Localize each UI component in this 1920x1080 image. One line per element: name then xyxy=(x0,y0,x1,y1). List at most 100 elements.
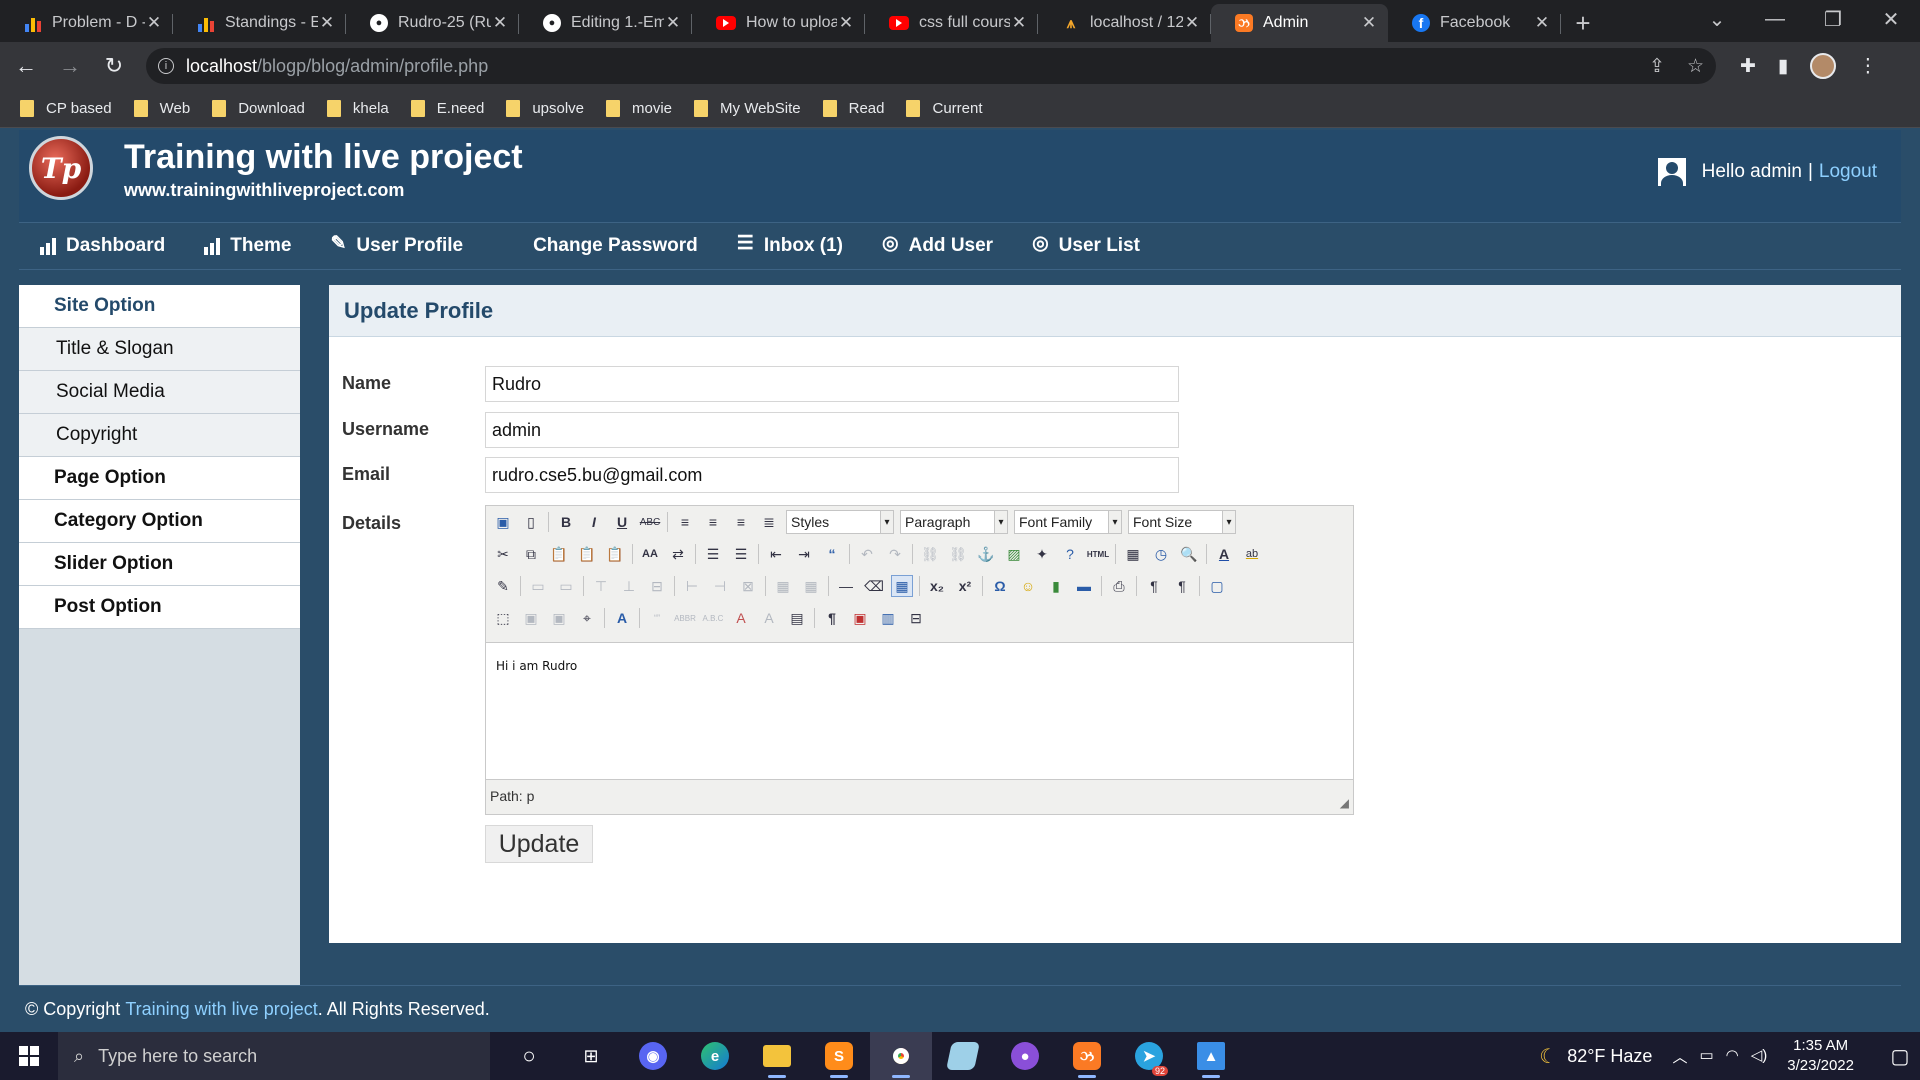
bookmark-folder[interactable]: khela xyxy=(326,100,389,117)
bookmark-folder[interactable]: Web xyxy=(133,100,190,117)
restore-icon[interactable]: ❐ xyxy=(1804,7,1862,32)
insert-time-icon[interactable]: ◷ xyxy=(1150,543,1172,565)
close-tab-icon[interactable]: ✕ xyxy=(1183,13,1201,33)
attribs-icon[interactable]: ▤ xyxy=(786,607,808,629)
row-after-icon[interactable]: ⊥ xyxy=(618,575,640,597)
sidebar-title-slogan[interactable]: Title & Slogan xyxy=(19,328,300,371)
nav-inbox[interactable]: ☰ Inbox (1) xyxy=(737,233,843,257)
nav-change-password[interactable]: Change Password xyxy=(533,235,698,257)
styleprops-icon[interactable]: A xyxy=(611,607,633,629)
acronym-icon[interactable]: A.B.C xyxy=(702,607,724,629)
sidebar-copyright[interactable]: Copyright xyxy=(19,414,300,457)
browser-tab[interactable]: f Facebook ✕ xyxy=(1388,4,1561,42)
edit-css-icon[interactable]: ✎ xyxy=(492,575,514,597)
pagebreak-icon[interactable]: ▬ xyxy=(1073,575,1095,597)
align-center-icon[interactable]: ≡ xyxy=(702,511,724,533)
absolute-position-icon[interactable]: ⬚ xyxy=(492,607,514,629)
font-family-select[interactable]: Font Family xyxy=(1014,510,1122,534)
close-tab-icon[interactable]: ✕ xyxy=(664,13,682,33)
undo-icon[interactable]: ↶ xyxy=(856,543,878,565)
paste-word-icon[interactable]: 📋 xyxy=(604,543,626,565)
browser-tab-active[interactable]: ઝ Admin ✕ xyxy=(1211,4,1388,42)
browser-tab[interactable]: How to uploac ✕ xyxy=(692,4,865,42)
address-bar[interactable]: i localhost/blogp/blog/admin/profile.php… xyxy=(146,48,1716,84)
chrome-icon[interactable] xyxy=(870,1032,932,1080)
close-tab-icon[interactable]: ✕ xyxy=(318,13,336,33)
format-select[interactable]: Paragraph xyxy=(900,510,1008,534)
nav-theme[interactable]: Theme xyxy=(204,235,292,257)
notification-icon[interactable]: ▢ xyxy=(1880,1044,1920,1069)
superscript-icon[interactable]: x² xyxy=(954,575,976,597)
copy-icon[interactable]: ⧉ xyxy=(520,543,542,565)
media-icon[interactable]: ▮ xyxy=(1045,575,1067,597)
move-backward-icon[interactable]: ▣ xyxy=(548,607,570,629)
nonbreaking-icon[interactable]: ▣ xyxy=(849,607,871,629)
email-field[interactable] xyxy=(485,457,1179,493)
wifi-icon[interactable]: ◠ xyxy=(1726,1046,1739,1067)
bookmark-folder[interactable]: Read xyxy=(822,100,884,117)
xampp-taskbar-icon[interactable]: ઝ xyxy=(1056,1032,1118,1080)
editor-content-area[interactable]: Hi i am Rudro xyxy=(486,642,1353,780)
split-cells-icon[interactable]: ▦ xyxy=(800,575,822,597)
sidebar-category-option[interactable]: Category Option xyxy=(19,500,300,543)
remove-format-icon[interactable]: ⌫ xyxy=(863,575,885,597)
notes-app-icon[interactable] xyxy=(932,1032,994,1080)
insert-text-icon[interactable]: A xyxy=(758,607,780,629)
browser-tab[interactable]: css full course ✕ xyxy=(865,4,1038,42)
close-tab-icon[interactable]: ✕ xyxy=(1533,13,1551,33)
menu-kebab-icon[interactable]: ⋮ xyxy=(1858,55,1877,78)
taskbar-search[interactable]: ⌕ Type here to search xyxy=(58,1032,490,1080)
task-view-icon[interactable]: ○ xyxy=(498,1032,560,1080)
template-icon[interactable]: ▥ xyxy=(877,607,899,629)
nav-user-list[interactable]: ◎ User List xyxy=(1032,233,1140,257)
font-size-select[interactable]: Font Size xyxy=(1128,510,1236,534)
sublime-text-icon[interactable]: S xyxy=(808,1032,870,1080)
task-view-2-icon[interactable]: ⊞ xyxy=(560,1032,622,1080)
close-window-icon[interactable]: ✕ xyxy=(1862,7,1920,32)
outdent-icon[interactable]: ⇤ xyxy=(765,543,787,565)
sidebar-post-option[interactable]: Post Option xyxy=(19,586,300,629)
underline-icon[interactable]: U xyxy=(611,511,633,533)
bookmark-folder[interactable]: Current xyxy=(906,100,983,117)
bookmark-folder[interactable]: upsolve xyxy=(506,100,584,117)
bold-icon[interactable]: B xyxy=(555,511,577,533)
page-break-icon[interactable]: ⊟ xyxy=(905,607,927,629)
discord-icon[interactable]: ◉ xyxy=(622,1032,684,1080)
share-icon[interactable]: ⇪ xyxy=(1649,55,1665,78)
blockquote-icon[interactable]: “ xyxy=(821,543,843,565)
paste-icon[interactable]: 📋 xyxy=(548,543,570,565)
ltr-icon[interactable]: ¶ xyxy=(1143,575,1165,597)
github-desktop-icon[interactable]: ● xyxy=(994,1032,1056,1080)
find-icon[interactable]: AA xyxy=(639,543,661,565)
reload-icon[interactable]: ↻ xyxy=(96,48,132,84)
table-icon[interactable]: ▦ xyxy=(891,575,913,597)
align-justify-icon[interactable]: ≣ xyxy=(758,511,780,533)
save-icon[interactable]: ▣ xyxy=(492,511,514,533)
insert-layer-icon[interactable]: ▭ xyxy=(527,575,549,597)
edge-icon[interactable]: e xyxy=(684,1032,746,1080)
indent-icon[interactable]: ⇥ xyxy=(793,543,815,565)
browser-tab[interactable]: ● Rudro-25 (Ruc ✕ xyxy=(346,4,519,42)
delete-row-icon[interactable]: ⊟ xyxy=(646,575,668,597)
col-before-icon[interactable]: ⊢ xyxy=(681,575,703,597)
name-field[interactable] xyxy=(485,366,1179,402)
paste-text-icon[interactable]: 📋 xyxy=(576,543,598,565)
delete-col-icon[interactable]: ⊠ xyxy=(737,575,759,597)
resize-handle-icon[interactable]: ◢ xyxy=(1340,796,1349,810)
numbered-list-icon[interactable]: ☰ xyxy=(730,543,752,565)
browser-tab[interactable]: ⩚ localhost / 12 ✕ xyxy=(1038,4,1211,42)
bookmark-folder[interactable]: Download xyxy=(212,100,305,117)
col-after-icon[interactable]: ⊣ xyxy=(709,575,731,597)
nav-user-profile[interactable]: ✎ User Profile xyxy=(331,233,464,257)
forward-icon[interactable]: → xyxy=(52,48,88,84)
cite-icon[interactable]: “” xyxy=(646,607,668,629)
telegram-icon[interactable]: ➤ 92 xyxy=(1118,1032,1180,1080)
bookmark-folder[interactable]: movie xyxy=(606,100,672,117)
sidebar-slider-option[interactable]: Slider Option xyxy=(19,543,300,586)
bookmark-star-icon[interactable]: ☆ xyxy=(1687,55,1704,78)
italic-icon[interactable]: I xyxy=(583,511,605,533)
unlink-icon[interactable]: ⛓ xyxy=(947,543,969,565)
username-field[interactable] xyxy=(485,412,1179,448)
fullscreen-icon[interactable]: ▢ xyxy=(1206,575,1228,597)
battery-icon[interactable]: ▭ xyxy=(1699,1046,1713,1067)
